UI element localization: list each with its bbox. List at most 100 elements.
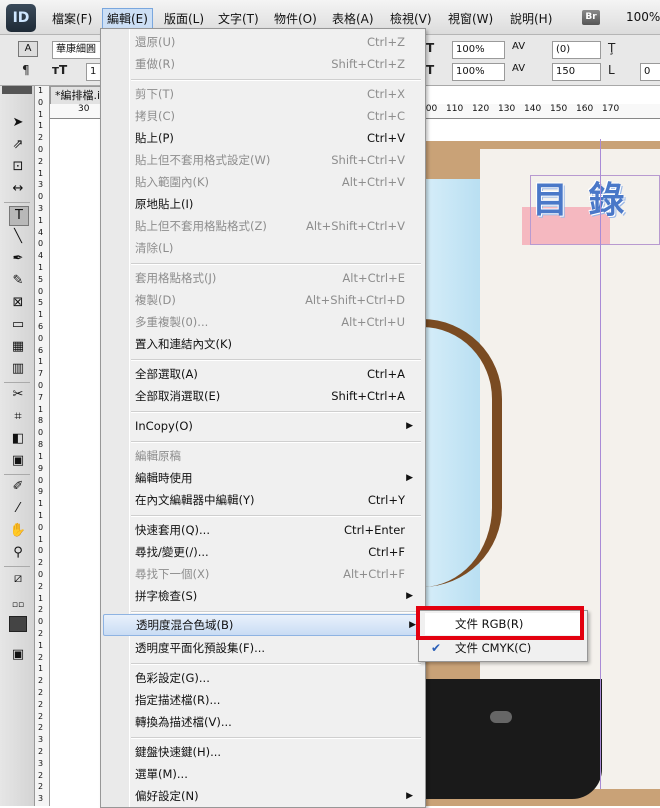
menu-window[interactable]: 視窗(W)	[448, 10, 493, 27]
ruler-tick-label: 7	[38, 369, 44, 379]
menu-item-paste-in-place[interactable]: 原地貼上(I)	[135, 194, 415, 214]
paragraph-mode-icon[interactable]: ¶	[22, 63, 30, 77]
horizontal-scale-field[interactable]: 100%	[452, 63, 505, 81]
kerning-field[interactable]: (0)	[552, 41, 601, 59]
menu-object[interactable]: 物件(O)	[274, 10, 317, 27]
menu-item-redo[interactable]: 重做(R) Shift+Ctrl+Z	[135, 54, 415, 74]
character-mode-icon[interactable]: A	[18, 41, 38, 57]
rectangle-tool-icon[interactable]: ▭	[9, 316, 27, 334]
menu-type[interactable]: 文字(T)	[218, 10, 259, 27]
fill-stroke-icon[interactable]: ⧄	[9, 570, 27, 588]
menu-item-deselect-all[interactable]: 全部取消選取(E) Shift+Ctrl+A	[135, 386, 415, 406]
tool-separator	[4, 202, 30, 203]
menu-item-transparency-blend-space[interactable]: 透明度混合色域(B) ▶	[103, 614, 423, 636]
tracking-field[interactable]: 150	[552, 63, 601, 81]
ruler-tick-label: 2	[38, 782, 44, 792]
menu-separator	[131, 79, 421, 81]
gap-tool-icon[interactable]: ↔	[9, 180, 27, 198]
selection-tool-icon[interactable]: ➤	[9, 114, 27, 132]
menu-item-paste-without-formatting[interactable]: 貼上但不套用格式設定(W) Shift+Ctrl+V	[135, 150, 415, 170]
eyedropper-tool-icon[interactable]: ⁄	[9, 500, 27, 518]
menu-item-edit-original[interactable]: 編輯原稿	[135, 446, 415, 466]
gradient-swatch-tool-icon[interactable]: ◧	[9, 430, 27, 448]
ruler-tick-label: 3	[38, 204, 44, 214]
menu-item-menus[interactable]: 選單(M)...	[135, 764, 415, 784]
font-family-field[interactable]: 華康細圓	[52, 41, 103, 59]
rectangle-frame-tool-icon[interactable]: ⊠	[9, 294, 27, 312]
vertical-scale-field[interactable]: 100%	[452, 41, 505, 59]
menu-separator	[131, 441, 421, 443]
menu-item-copy[interactable]: 拷貝(C) Ctrl+C	[135, 106, 415, 126]
menu-item-select-all[interactable]: 全部選取(A) Ctrl+A	[135, 364, 415, 384]
menu-item-assign-profiles[interactable]: 指定描述檔(R)...	[135, 690, 415, 710]
menu-item-spelling[interactable]: 拼字檢查(S) ▶	[135, 586, 415, 606]
menu-item-clear[interactable]: 清除(L)	[135, 238, 415, 258]
ruler-tick-label: 0	[38, 381, 44, 391]
screen-mode-icon[interactable]: ▣	[9, 646, 27, 664]
horizontal-grid-tool-icon[interactable]: ▦	[9, 338, 27, 356]
edit-menu: 還原(U) Ctrl+Z 重做(R) Shift+Ctrl+Z 剪下(T) Ctrl+…	[100, 28, 426, 808]
submenu-arrow-icon: ▶	[406, 591, 413, 601]
baseline-shift-field[interactable]: 0	[640, 63, 660, 81]
vertical-grid-tool-icon[interactable]: ▥	[9, 360, 27, 378]
dark-object	[422, 679, 602, 799]
zoom-tool-icon[interactable]: ⚲	[9, 544, 27, 562]
free-transform-tool-icon[interactable]: ⌗	[9, 408, 27, 426]
indesign-app-icon[interactable]: ID	[6, 4, 36, 32]
menu-edit[interactable]: 編輯(E)	[102, 8, 153, 29]
ruler-tick-label: 0	[38, 333, 44, 343]
menu-item-step-and-repeat[interactable]: 多重複製(0)... Alt+Ctrl+U	[135, 312, 415, 332]
menu-item-convert-to-profile[interactable]: 轉換為描述檔(V)...	[135, 712, 415, 732]
menu-table[interactable]: 表格(A)	[332, 10, 374, 27]
menu-item-paste-without-grid-format[interactable]: 貼上但不套用格點格式(Z) Alt+Shift+Ctrl+V	[135, 216, 415, 236]
ruler-tick-label: 1	[38, 593, 44, 603]
menu-item-incopy[interactable]: InCopy(O) ▶	[135, 416, 415, 436]
menu-item-quick-apply[interactable]: 快速套用(Q)... Ctrl+Enter	[135, 520, 415, 540]
type-tool-icon[interactable]: T	[9, 206, 29, 226]
tools-panel-grip[interactable]	[2, 86, 32, 94]
margin-guide	[600, 139, 601, 789]
direct-selection-tool-icon[interactable]: ⇗	[9, 136, 27, 154]
ruler-tick-label: 2	[38, 581, 44, 591]
tracking-icon: AV	[512, 63, 526, 74]
menu-item-transparency-flattener-presets[interactable]: 透明度平面化預設集(F)...	[135, 638, 415, 658]
pen-tool-icon[interactable]: ✒	[9, 250, 27, 268]
heading-text: 目 錄	[532, 179, 629, 221]
menu-item-keyboard-shortcuts[interactable]: 鍵盤快速鍵(H)...	[135, 742, 415, 762]
menu-item-paste-into[interactable]: 貼入範圍內(K) Alt+Ctrl+V	[135, 172, 415, 192]
pencil-tool-icon[interactable]: ✎	[9, 272, 27, 290]
bridge-button[interactable]: Br	[582, 10, 600, 25]
menu-item-edit-with[interactable]: 編輯時使用 ▶	[135, 468, 415, 488]
menu-view[interactable]: 檢視(V)	[390, 10, 432, 27]
menu-item-find-next[interactable]: 尋找下一個(X) Alt+Ctrl+F	[135, 564, 415, 584]
menu-item-color-settings[interactable]: 色彩設定(G)...	[135, 668, 415, 688]
menu-layout[interactable]: 版面(L)	[164, 10, 204, 27]
hair-outline	[422, 319, 502, 587]
line-tool-icon[interactable]: ╲	[9, 228, 27, 246]
ruler-tick-label: 9	[38, 487, 44, 497]
menu-item-edit-in-story-editor[interactable]: 在內文編輯器中編輯(Y) Ctrl+Y	[135, 490, 415, 510]
hand-tool-icon[interactable]: ✋	[9, 522, 27, 540]
menu-item-duplicate[interactable]: 複製(D) Alt+Shift+Ctrl+D	[135, 290, 415, 310]
ruler-tick-label: 0	[38, 475, 44, 485]
menu-item-undo[interactable]: 還原(U) Ctrl+Z	[135, 32, 415, 52]
ruler-tick-label: 170	[602, 104, 620, 114]
formatting-affects-icon[interactable]: ▫▫	[9, 596, 27, 614]
menu-help[interactable]: 說明(H)	[510, 10, 552, 27]
menu-item-cut[interactable]: 剪下(T) Ctrl+X	[135, 84, 415, 104]
page-tool-icon[interactable]: ⊡	[9, 158, 27, 176]
zoom-level[interactable]: 100%	[626, 10, 660, 24]
note-tool-icon[interactable]: ✐	[9, 478, 27, 496]
menu-item-paste[interactable]: 貼上(P) Ctrl+V	[135, 128, 415, 148]
submenu-item-document-cmyk[interactable]: ✔ 文件 CMYK(C)	[425, 638, 581, 658]
scissors-tool-icon[interactable]: ✂	[9, 386, 27, 404]
dark-object-detail	[490, 711, 512, 723]
gradient-feather-tool-icon[interactable]: ▣	[9, 452, 27, 470]
ruler-tick-label: 1	[38, 263, 44, 273]
menu-item-find-change[interactable]: 尋找/變更(/)... Ctrl+F	[135, 542, 415, 562]
menu-file[interactable]: 檔案(F)	[52, 10, 92, 27]
normal-view-mode-icon[interactable]	[9, 616, 27, 632]
menu-item-apply-grid-format[interactable]: 套用格點格式(J) Alt+Ctrl+E	[135, 268, 415, 288]
menu-item-place-and-link[interactable]: 置入和連結內文(K)	[135, 334, 415, 354]
menu-item-preferences[interactable]: 偏好設定(N) ▶	[135, 786, 415, 806]
